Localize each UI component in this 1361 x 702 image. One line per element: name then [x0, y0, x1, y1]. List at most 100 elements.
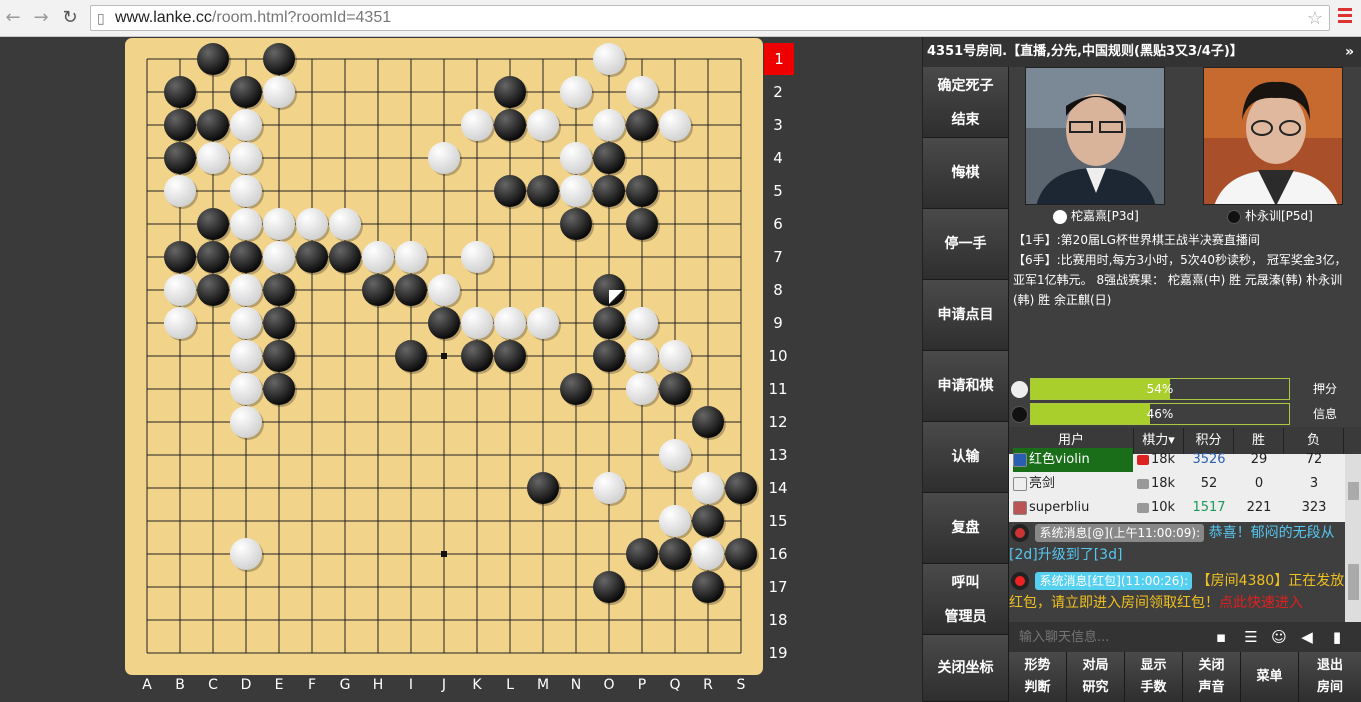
white-stone[interactable] [626, 373, 658, 405]
black-stone[interactable] [593, 307, 625, 339]
black-stone[interactable] [164, 76, 196, 108]
list-icon[interactable]: ☰ [1241, 628, 1261, 646]
black-stone[interactable] [263, 307, 295, 339]
bet-button[interactable]: 押分 [1305, 377, 1345, 401]
black-stone[interactable] [263, 274, 295, 306]
quick-enter-link[interactable]: 点此快速进入 [1219, 595, 1303, 611]
white-stone[interactable] [164, 175, 196, 207]
white-stone[interactable] [164, 307, 196, 339]
black-stone[interactable] [362, 274, 394, 306]
chat-scrollbar[interactable] [1345, 522, 1361, 622]
white-stone[interactable] [230, 406, 262, 438]
chat-bubble-icon[interactable]: ▪ [1211, 628, 1231, 646]
white-stone[interactable] [263, 241, 295, 273]
user-row[interactable]: 红色violin 18k 3526 29 72 [1009, 448, 1345, 472]
black-stone[interactable] [593, 571, 625, 603]
go-board-canvas[interactable] [125, 38, 763, 675]
black-stone[interactable] [428, 307, 460, 339]
white-stone[interactable] [428, 274, 460, 306]
white-stone[interactable] [527, 109, 559, 141]
white-stone[interactable] [296, 208, 328, 240]
black-stone[interactable] [197, 43, 229, 75]
black-stone[interactable] [329, 241, 361, 273]
chat-input[interactable] [1011, 625, 1207, 649]
black-stone[interactable] [527, 175, 559, 207]
white-stone[interactable] [230, 373, 262, 405]
side-action-button[interactable]: 停一手 [923, 209, 1009, 280]
white-stone[interactable] [461, 241, 493, 273]
black-stone[interactable] [197, 109, 229, 141]
black-stone[interactable] [659, 373, 691, 405]
white-stone[interactable] [197, 142, 229, 174]
white-stone[interactable] [626, 340, 658, 372]
collapse-icon[interactable]: » [1345, 37, 1354, 67]
black-stone[interactable] [230, 241, 262, 273]
white-stone[interactable] [560, 76, 592, 108]
white-stone[interactable] [428, 142, 460, 174]
black-stone[interactable] [626, 175, 658, 207]
bottom-action-button[interactable]: 对局 研究 [1067, 652, 1125, 702]
bottom-action-button[interactable]: 菜单 [1241, 652, 1299, 702]
white-stone[interactable] [461, 307, 493, 339]
black-stone[interactable] [263, 43, 295, 75]
white-stone[interactable] [626, 76, 658, 108]
white-stone[interactable] [494, 307, 526, 339]
side-action-button[interactable]: 呼叫 管理员 [923, 564, 1009, 635]
white-stone[interactable] [230, 274, 262, 306]
side-action-button[interactable]: 关闭坐标 [923, 635, 1009, 702]
white-stone[interactable] [230, 208, 262, 240]
address-bar[interactable]: ▯ www.lanke.cc/room.html?roomId=4351 ☆ [90, 5, 1330, 31]
info-button[interactable]: 信息 [1305, 402, 1345, 426]
black-stone[interactable] [395, 274, 427, 306]
black-stone[interactable] [593, 142, 625, 174]
black-stone[interactable] [494, 340, 526, 372]
white-stone[interactable] [593, 472, 625, 504]
black-stone[interactable] [164, 109, 196, 141]
white-stone[interactable] [395, 241, 427, 273]
black-stone[interactable] [527, 472, 559, 504]
go-board[interactable] [125, 38, 763, 675]
white-stone[interactable] [230, 109, 262, 141]
black-stone[interactable] [725, 538, 757, 570]
white-stone[interactable] [560, 175, 592, 207]
white-stone[interactable] [659, 109, 691, 141]
user-row[interactable]: 亮剑 18k 52 0 3 [1009, 472, 1345, 496]
black-stone[interactable] [626, 109, 658, 141]
user-row[interactable]: superbliu 10k 1517 221 323 [1009, 496, 1345, 520]
white-stone[interactable] [263, 208, 295, 240]
white-stone[interactable] [263, 76, 295, 108]
black-stone[interactable] [263, 340, 295, 372]
black-stone[interactable] [461, 340, 493, 372]
side-action-button[interactable]: 确定死子 结束 [923, 67, 1009, 138]
black-stone[interactable] [230, 76, 262, 108]
black-stone[interactable] [494, 109, 526, 141]
black-stone[interactable] [593, 175, 625, 207]
white-stone[interactable] [230, 142, 262, 174]
white-stone[interactable] [659, 439, 691, 471]
white-stone[interactable] [230, 538, 262, 570]
black-stone[interactable] [197, 274, 229, 306]
black-stone[interactable] [164, 142, 196, 174]
white-stone[interactable] [461, 109, 493, 141]
side-action-button[interactable]: 复盘 [923, 493, 1009, 564]
white-stone[interactable] [230, 175, 262, 207]
white-stone[interactable] [692, 538, 724, 570]
bottom-action-button[interactable]: 关闭 声音 [1183, 652, 1241, 702]
side-action-button[interactable]: 申请点目 [923, 280, 1009, 351]
black-stone[interactable] [626, 208, 658, 240]
black-stone[interactable] [494, 76, 526, 108]
white-stone[interactable] [362, 241, 394, 273]
white-stone[interactable] [230, 307, 262, 339]
white-stone[interactable] [659, 505, 691, 537]
side-action-button[interactable]: 认输 [923, 422, 1009, 493]
white-stone[interactable] [560, 142, 592, 174]
black-stone[interactable] [296, 241, 328, 273]
white-stone[interactable] [692, 472, 724, 504]
black-stone[interactable] [626, 538, 658, 570]
white-stone[interactable] [164, 274, 196, 306]
black-stone[interactable] [692, 505, 724, 537]
white-stone[interactable] [527, 307, 559, 339]
black-stone[interactable] [560, 208, 592, 240]
bottom-action-button[interactable]: 显示 手数 [1125, 652, 1183, 702]
black-stone[interactable] [659, 538, 691, 570]
